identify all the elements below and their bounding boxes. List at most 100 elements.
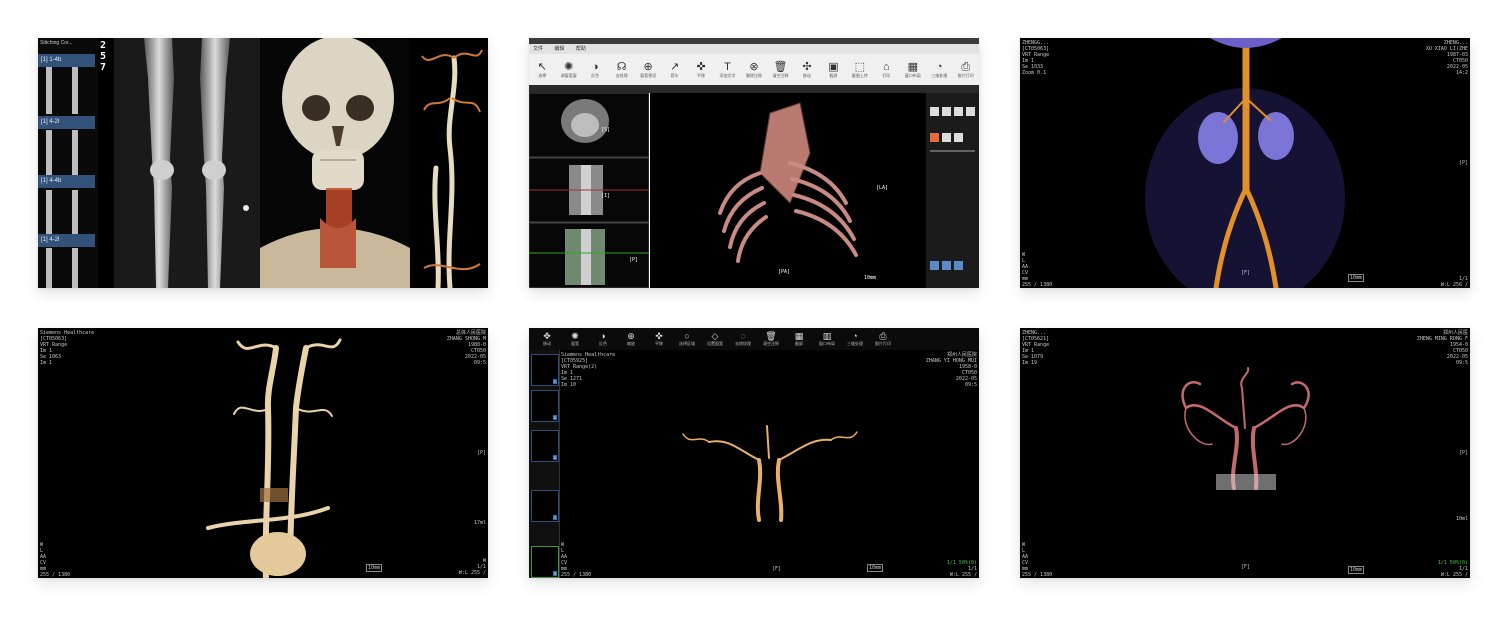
- toolbar-button-6[interactable]: ↗ 箭头: [664, 61, 686, 79]
- toolbar-icon-14: ⌂: [883, 61, 890, 73]
- toolbar-label-1: 选择: [538, 73, 547, 78]
- scale-bar: 10mm: [1348, 566, 1365, 574]
- toolbar-icon-16: ◔: [935, 61, 943, 73]
- viewer-toolbar-label-3: 反色: [599, 341, 607, 346]
- viewer-toolbar-button-11[interactable]: ▥ 窗口布局: [813, 331, 841, 347]
- stitch-label-4[interactable]: [1] 4-2l: [38, 234, 95, 247]
- vr-orient-left: [LA]: [876, 185, 889, 191]
- toolbar-icon-8: T: [724, 61, 731, 73]
- brain-angio-render: [682, 425, 858, 522]
- toolbar-icon-3: ◑: [591, 61, 599, 73]
- toolbar-icon-7: ✜: [696, 61, 706, 73]
- info-top-left: ZHENGG... [CT05063] VRT Range Im 1 Se 10…: [1022, 40, 1050, 76]
- toolbar-icon-2: ✺: [564, 61, 574, 73]
- card-brain-angio-viewer[interactable]: ✥ 移动 ✺ 窗宽 ◑ 反色 ⊕ 缩放 ✜ 平移 ○ 选择区域 ◇ 设置窗宽 ◌ 去除纹理 🗑 清空注释 ▦ 截屏 ▥ 窗…: [529, 328, 979, 578]
- toolbar-label-10: 清空注释: [772, 73, 789, 78]
- card-abdominal-angio[interactable]: ZHENGG... [CT05063] VRT Range Im 1 Se 10…: [1020, 38, 1470, 288]
- viewer-toolbar-button-8[interactable]: ◌ 去除纹理: [729, 331, 757, 347]
- zoom-status: 1/1 50%(0): [946, 560, 977, 566]
- thumbnail-2[interactable]: 3: [531, 390, 559, 422]
- toolbar-button-7[interactable]: ✜ 平移: [690, 61, 712, 79]
- viewer-toolbar-label-5: 平移: [655, 341, 663, 346]
- stitch-thumbnail-strip: Stitching Cor... [1] 1-4b [1] 4-2l [1] 4…: [38, 38, 98, 288]
- toolbar-button-4[interactable]: ☊ 去纹理: [611, 61, 633, 79]
- vr-viewport[interactable]: [LA] [PA] 10mm: [650, 93, 926, 288]
- mpr-panel-stack: [S] [I] [P]: [529, 92, 650, 288]
- toolbar-label-3: 反色: [591, 73, 600, 78]
- info-bottom-left: W L AA CV mm 255 / 1380: [1022, 542, 1053, 578]
- toolbar-button-15[interactable]: ▦ 窗口布局: [902, 61, 924, 79]
- mpr-label-p: [P]: [629, 257, 639, 263]
- thumbnail-5[interactable]: 3: [531, 546, 559, 578]
- viewer-toolbar-button-6[interactable]: ○ 选择区域: [673, 331, 701, 347]
- viewer-toolbar-button-12[interactable]: ◔ 三维处理: [841, 331, 869, 347]
- toolbar-button-17[interactable]: ⎙ 胶片打印: [955, 61, 977, 79]
- stitch-num-2: 5: [100, 51, 107, 62]
- viewer-toolbar-button-10[interactable]: ▦ 截屏: [785, 331, 813, 347]
- menu-help[interactable]: 帮助: [576, 46, 586, 52]
- stitch-label-3[interactable]: [1] 4-4b: [38, 175, 95, 188]
- info-bottom-right: W 1/1 W:L 255 /: [458, 558, 486, 576]
- viewer-toolbar-button-5[interactable]: ✜ 平移: [645, 331, 673, 347]
- viewer-toolbar-label-6: 选择区域: [679, 341, 695, 346]
- card-neck-angio[interactable]: Siemens Healthcare [CT05063] VRT Range I…: [38, 328, 488, 578]
- viewer-toolbar-icon-9: 🗑: [765, 331, 777, 341]
- menu-edit[interactable]: 编辑: [554, 46, 564, 52]
- viewer-toolbar-label-1: 移动: [543, 341, 551, 346]
- toolbar-button-8[interactable]: T 添加文字: [717, 61, 739, 79]
- stitch-label-1[interactable]: [1] 1-4b: [38, 54, 95, 67]
- info-top-right: 总体人民医院 ZHANG SHONG M 1988-0 CT050 2022-0…: [446, 330, 486, 366]
- viewer-toolbar-icon-10: ▦: [794, 331, 804, 341]
- toolbar-button-9[interactable]: ⊗ 删除注释: [743, 61, 765, 79]
- orient-right: [P]: [1458, 160, 1468, 166]
- viewer-toolbar-button-2[interactable]: ✺ 窗宽: [561, 331, 589, 347]
- toolbar-icon-13: ⬚: [854, 61, 866, 73]
- viewer-toolbar-button-9[interactable]: 🗑 清空注释: [757, 331, 785, 347]
- neck-angio-3d: [38, 328, 488, 578]
- toolbar-button-1[interactable]: ↖ 选择: [531, 61, 553, 79]
- orient-bottom: [F]: [772, 566, 782, 572]
- viewer-toolbar-label-11: 窗口布局: [819, 341, 835, 346]
- viewer-toolbar-icon-3: ◑: [600, 331, 606, 341]
- viewer-toolbar-button-3[interactable]: ◑ 反色: [589, 331, 617, 347]
- viewer-toolbar-button-1[interactable]: ✥ 移动: [533, 331, 561, 347]
- viewer-toolbar-button-13[interactable]: ⎙ 胶片打印: [869, 331, 897, 347]
- viewer-toolbar-icon-6: ○: [684, 331, 690, 341]
- vr-orient-bottom: [PA]: [778, 269, 791, 275]
- toolbar-button-16[interactable]: ◔ 三维处理: [928, 61, 950, 79]
- toolbar-button-14[interactable]: ⌂ 打印: [875, 61, 897, 79]
- toolbar-button-3[interactable]: ◑ 反色: [584, 61, 606, 79]
- toolbar-button-11[interactable]: ✣ 移动: [796, 61, 818, 79]
- menu-file[interactable]: 文件: [533, 46, 543, 52]
- toolbar-button-10[interactable]: 🗑 清空注释: [769, 61, 791, 79]
- stitch-num-1: 2: [100, 40, 107, 51]
- thumbnail-4[interactable]: 2: [531, 490, 559, 522]
- stitch-label-2[interactable]: [1] 4-2l: [38, 116, 95, 129]
- viewer-toolbar-label-13: 胶片打印: [875, 341, 891, 346]
- card-brain-vessels[interactable]: ZHENG... [CT05621] VRT Range Im 1 Se 107…: [1020, 328, 1470, 578]
- thumb-count: 3: [552, 415, 557, 420]
- thumbnail-strip: 1 3 3 2 3: [529, 350, 560, 578]
- toolbar-button-2[interactable]: ✺ 调窗宽窗: [558, 61, 580, 79]
- thumbnail-1[interactable]: 1: [531, 354, 559, 386]
- info-bottom-left: W L AA CV mm 255 / 1380: [1022, 252, 1053, 288]
- toolbar-label-14: 打印: [882, 73, 891, 78]
- viewer-toolbar-label-4: 缩放: [627, 341, 635, 346]
- viewer-toolbar-label-9: 清空注释: [763, 341, 779, 346]
- info-top-right: ZHENG... XU XIAO LI(ZHE 1987-03 CT050 20…: [1425, 40, 1468, 76]
- thumb-count: 1: [552, 379, 557, 384]
- toolbar-icon-6: ↗: [669, 61, 680, 73]
- stitch-counter: 2 5 7: [100, 40, 110, 73]
- card-viewer-app[interactable]: 文件 编辑 帮助 ↖ 选择 ✺ 调窗宽窗 ◑ 反色 ☊ 去纹理 ⊕ 窗宽预设 ↗ 箭头 ✜ 平移 T 添加文字…: [529, 38, 979, 288]
- toolbar-button-12[interactable]: ▣ 截屏: [822, 61, 844, 79]
- toolbar-icon-4: ☊: [616, 61, 627, 73]
- toolbar-icon-1: ↖: [537, 61, 547, 73]
- toolbar-label-15: 窗口布局: [904, 73, 921, 78]
- toolbar-button-13[interactable]: ⬚ 截图上传: [849, 61, 871, 79]
- thumb-count: 3: [552, 571, 557, 576]
- viewer-toolbar-button-4[interactable]: ⊕ 缩放: [617, 331, 645, 347]
- thumbnail-3[interactable]: 3: [531, 430, 559, 462]
- viewer-toolbar-button-7[interactable]: ◇ 设置窗宽: [701, 331, 729, 347]
- card-stitching-skull[interactable]: Stitching Cor... [1] 1-4b [1] 4-2l [1] 4…: [38, 38, 488, 288]
- toolbar-button-5[interactable]: ⊕ 窗宽预设: [637, 61, 659, 79]
